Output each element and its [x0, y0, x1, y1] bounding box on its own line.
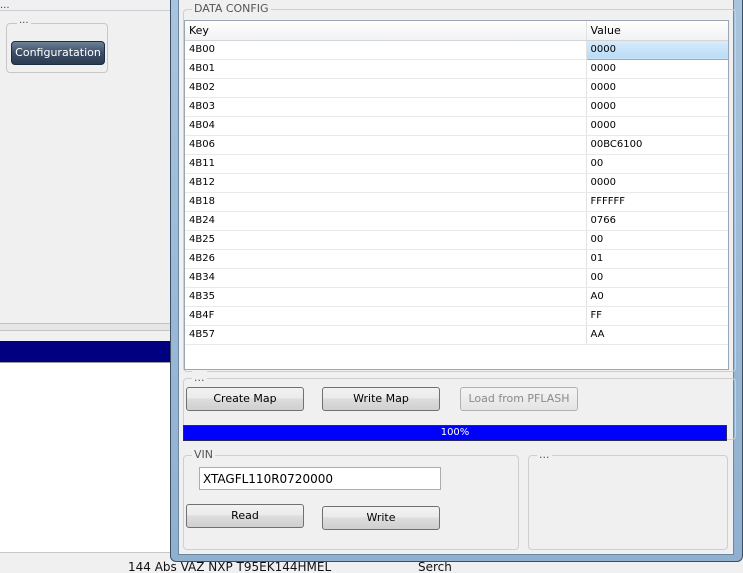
- table-row[interactable]: 4B25 00: [185, 230, 728, 250]
- cell-key[interactable]: 4B06: [185, 135, 587, 155]
- read-vin-button[interactable]: Read: [186, 504, 304, 528]
- data-config-group: DATA CONFIG Key Value 4B00 0000 4B01 0000 4B…: [183, 2, 736, 372]
- cell-key[interactable]: 4B12: [185, 173, 587, 193]
- column-header-value[interactable]: Value: [586, 21, 728, 41]
- cell-key[interactable]: 4B04: [185, 116, 587, 136]
- extra-group-legend: ...: [537, 448, 552, 461]
- table-row[interactable]: 4B03 0000: [185, 97, 728, 117]
- cell-value[interactable]: 0000: [586, 97, 728, 117]
- table-row[interactable]: 4B04 0000: [185, 116, 728, 136]
- cell-value[interactable]: 0766: [586, 211, 728, 231]
- cell-value[interactable]: 0000: [586, 78, 728, 98]
- table-row[interactable]: 4B11 00: [185, 154, 728, 174]
- map-actions-legend: ...: [192, 371, 207, 384]
- extra-group: ...: [528, 448, 728, 550]
- create-map-button[interactable]: Create Map: [186, 387, 304, 411]
- vin-input[interactable]: [199, 467, 441, 490]
- background-group-label: ...: [17, 15, 31, 26]
- write-map-button[interactable]: Write Map: [322, 387, 440, 411]
- cell-value[interactable]: 00: [586, 154, 728, 174]
- cell-value[interactable]: 00: [586, 230, 728, 250]
- table-row[interactable]: 4B12 0000: [185, 173, 728, 193]
- cell-key[interactable]: 4B26: [185, 249, 587, 269]
- cell-value[interactable]: 01: [586, 249, 728, 269]
- cell-key[interactable]: 4B02: [185, 78, 587, 98]
- cell-key[interactable]: 4B4F: [185, 306, 587, 326]
- cell-key[interactable]: 4B18: [185, 192, 587, 212]
- cell-value[interactable]: FFFFFF: [586, 192, 728, 212]
- cell-value[interactable]: 00BC6100: [586, 135, 728, 155]
- cell-key[interactable]: 4B57: [185, 325, 587, 345]
- data-config-grid[interactable]: Key Value 4B00 0000 4B01 0000 4B02 0000 4B03 00…: [184, 20, 729, 370]
- cell-key[interactable]: 4B34: [185, 268, 587, 288]
- data-config-table: Key Value 4B00 0000 4B01 0000 4B02 0000 4B03 00…: [185, 21, 728, 345]
- table-header-row: Key Value: [185, 21, 728, 41]
- table-row[interactable]: 4B18 FFFFFF: [185, 192, 728, 212]
- background-selected-bar: [0, 341, 172, 362]
- column-header-key[interactable]: Key: [185, 21, 587, 41]
- table-row[interactable]: 4B26 01: [185, 249, 728, 269]
- table-row[interactable]: 4B00 0000: [185, 39, 728, 60]
- load-from-pflash-button[interactable]: Load from PFLASH: [460, 387, 578, 411]
- table-row[interactable]: 4B4F FF: [185, 306, 728, 326]
- cell-key[interactable]: 4B35: [185, 287, 587, 307]
- cell-key[interactable]: 4B00: [185, 40, 587, 60]
- table-row[interactable]: 4B06 00BC6100: [185, 135, 728, 155]
- background-splitter[interactable]: [0, 323, 172, 331]
- data-config-legend: DATA CONFIG: [192, 2, 271, 15]
- cell-value[interactable]: AA: [586, 325, 728, 345]
- table-row[interactable]: 4B02 0000: [185, 78, 728, 98]
- cell-key[interactable]: 4B11: [185, 154, 587, 174]
- configuration-button[interactable]: Configuratation: [11, 41, 105, 65]
- data-config-dialog: DATA CONFIG Key Value 4B00 0000 4B01 0000 4B…: [170, 0, 743, 562]
- progress-bar: 100%: [183, 425, 727, 441]
- table-row[interactable]: 4B01 0000: [185, 59, 728, 79]
- cell-key[interactable]: 4B24: [185, 211, 587, 231]
- table-row[interactable]: 4B24 0766: [185, 211, 728, 231]
- vin-legend: VIN: [192, 448, 215, 461]
- background-separator: [0, 10, 172, 11]
- cell-value[interactable]: FF: [586, 306, 728, 326]
- cell-value[interactable]: A0: [586, 287, 728, 307]
- cell-value[interactable]: 0000: [586, 173, 728, 193]
- table-row[interactable]: 4B57 AA: [185, 325, 728, 345]
- cell-key[interactable]: 4B25: [185, 230, 587, 250]
- cell-value[interactable]: 0000: [586, 116, 728, 136]
- cell-value[interactable]: 00: [586, 268, 728, 288]
- dialog-client-area: DATA CONFIG Key Value 4B00 0000 4B01 0000 4B…: [178, 0, 736, 555]
- table-row[interactable]: 4B35 A0: [185, 287, 728, 307]
- cell-key[interactable]: 4B03: [185, 97, 587, 117]
- table-row[interactable]: 4B34 00: [185, 268, 728, 288]
- cell-value[interactable]: 0000: [585, 39, 728, 60]
- write-vin-button[interactable]: Write: [322, 506, 440, 530]
- cell-value[interactable]: 0000: [586, 59, 728, 79]
- background-list-panel: [0, 362, 172, 552]
- cell-key[interactable]: 4B01: [185, 59, 587, 79]
